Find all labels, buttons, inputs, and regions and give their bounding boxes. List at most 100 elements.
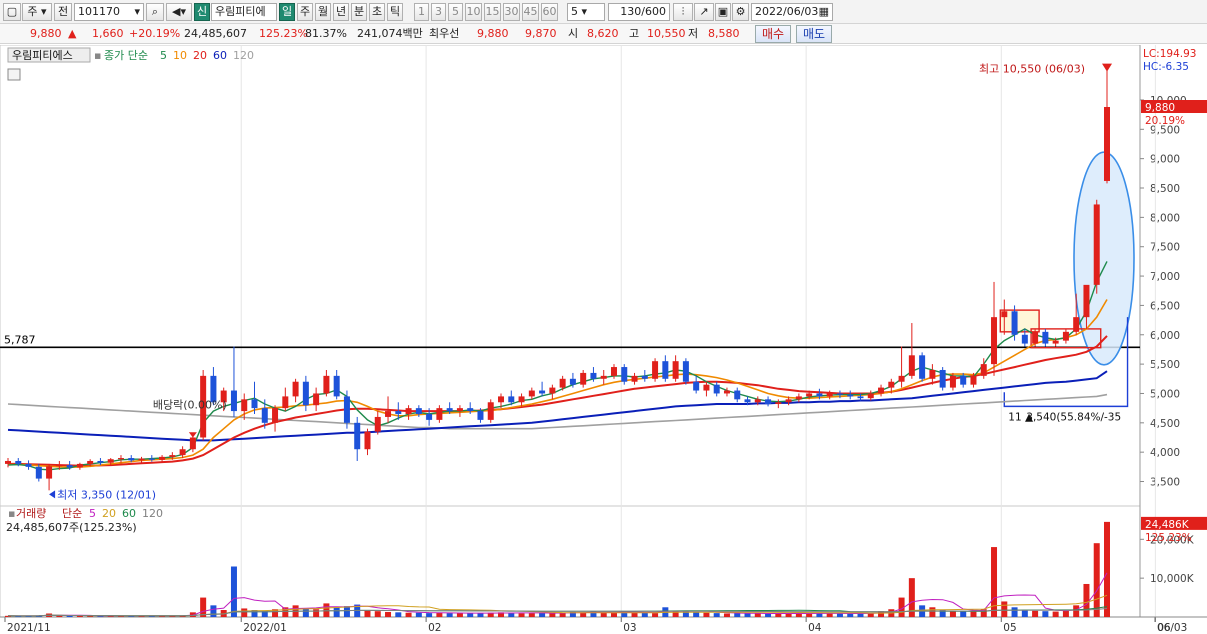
candle-body	[15, 460, 22, 464]
volume-legend-marker-icon: ▪	[8, 507, 15, 520]
interval-button-15[interactable]: 15	[484, 3, 501, 21]
x-tick-label: 03	[623, 622, 636, 634]
x-tick-label: 02	[428, 622, 441, 634]
candle-body	[385, 411, 392, 417]
stock-chart[interactable]: 10,0009,5009,0008,5008,0007,5007,0006,50…	[0, 45, 1207, 634]
price-legend-ma-5: 5	[160, 49, 167, 62]
market-label: 주	[27, 5, 38, 18]
price-tick-label: 5,500	[1150, 359, 1180, 371]
gear-icon[interactable]: ⚙	[732, 3, 749, 21]
candle-body	[426, 414, 433, 420]
candle-body	[795, 396, 802, 400]
interval-button-10[interactable]: 10	[465, 3, 482, 21]
candle-body	[785, 399, 792, 403]
period-button-3[interactable]: 년	[333, 3, 349, 21]
candle-body	[610, 367, 617, 376]
prev-button[interactable]: 전	[54, 3, 72, 21]
price-tick-label: 9,000	[1150, 154, 1180, 166]
candle-body	[1011, 311, 1018, 335]
highlight-ellipse	[1073, 151, 1135, 366]
candle-body	[46, 466, 53, 479]
draw-tool-icon[interactable]: ↗	[694, 3, 714, 21]
period-button-5[interactable]: 초	[369, 3, 385, 21]
volume-bar	[826, 613, 833, 617]
candle-body	[159, 456, 166, 460]
candle-body	[898, 375, 905, 382]
period-button-2[interactable]: 월	[315, 3, 331, 21]
volume-bar	[302, 608, 309, 617]
chart-type-icon[interactable]: ⫶	[673, 3, 693, 21]
candle-body	[878, 387, 885, 394]
volume-bar	[723, 613, 730, 617]
candle-body	[1052, 340, 1059, 344]
period-button-4[interactable]: 분	[351, 3, 367, 21]
candle-body	[138, 458, 145, 461]
candle-body	[1104, 107, 1110, 181]
search-icon[interactable]: ⌕	[146, 3, 164, 21]
candle-body	[806, 393, 813, 397]
volume-bar	[467, 613, 474, 617]
volume-legend-ma-label: 단순	[62, 507, 82, 520]
period-button-6[interactable]: 틱	[387, 3, 403, 21]
candle-body	[66, 465, 73, 468]
volume-bar	[528, 613, 535, 617]
interval-button-5[interactable]: 5	[448, 3, 463, 21]
volume-bar	[446, 613, 453, 617]
buy-button[interactable]: 매수	[755, 25, 791, 43]
x-tick-label: 2021/11	[7, 622, 51, 634]
high-label: 고	[629, 27, 640, 40]
sell-button[interactable]: 매도	[796, 25, 832, 43]
best-bid: 9,870	[525, 27, 557, 40]
candle-body	[333, 375, 340, 397]
speaker-icon[interactable]: ◀▾	[166, 3, 192, 21]
volume-bar	[847, 613, 854, 617]
volume-bar	[1083, 583, 1090, 617]
interval-button-3[interactable]: 3	[431, 3, 446, 21]
volume-bar	[693, 612, 700, 617]
candle-body	[87, 460, 94, 464]
volume-bar	[230, 566, 237, 617]
candle-body	[302, 381, 309, 406]
period-button-1[interactable]: 주	[297, 3, 313, 21]
change-value: 1,660	[92, 27, 124, 40]
x-tick-label: 05	[1003, 622, 1016, 634]
price-tick-label: 4,000	[1150, 447, 1180, 459]
volume-bar	[426, 613, 433, 617]
candle-body	[117, 458, 124, 460]
candle-body	[713, 384, 720, 394]
interval-button-60[interactable]: 60	[541, 3, 558, 21]
interval-value: 5	[571, 5, 578, 18]
interval-input[interactable]: 5 ▾	[567, 3, 605, 21]
period-button-0[interactable]: 일	[279, 3, 295, 21]
market-select[interactable]: 주 ▾	[22, 3, 52, 21]
candle-body	[97, 460, 104, 463]
interval-button-1[interactable]: 1	[414, 3, 429, 21]
date-field[interactable]: 2022/06/03 ▦	[751, 3, 833, 21]
price-tick-label: 7,000	[1150, 271, 1180, 283]
window-menu-icon[interactable]: ▢	[3, 3, 21, 21]
candle-body	[549, 387, 556, 394]
count-field[interactable]: 130/600	[608, 3, 670, 21]
stock-code-input[interactable]: 101170 ▾	[74, 3, 144, 21]
candle-body	[970, 375, 977, 385]
volume-bar	[1042, 611, 1049, 617]
candle-body	[528, 390, 535, 397]
candle-body	[313, 393, 320, 406]
volume-bar	[775, 613, 782, 617]
candle-body	[929, 369, 936, 379]
candle-body	[847, 394, 854, 397]
interval-button-45[interactable]: 45	[522, 3, 539, 21]
volume-bar	[960, 611, 967, 617]
volume-bar	[66, 615, 73, 617]
low-label: 저	[688, 27, 699, 40]
candle-body	[436, 408, 443, 420]
save-icon[interactable]: ▣	[715, 3, 731, 21]
candle-body	[508, 396, 515, 403]
candle-body	[744, 399, 751, 403]
calendar-icon[interactable]: ▦	[819, 4, 829, 20]
volume-tick-label: 10,000K	[1150, 573, 1195, 585]
interval-button-30[interactable]: 30	[503, 3, 520, 21]
low-annotation: 최저 3,350 (12/01)	[57, 488, 156, 501]
best-ask: 9,880	[477, 27, 509, 40]
volume-caption: 24,485,607주(125.23%)	[6, 521, 137, 534]
